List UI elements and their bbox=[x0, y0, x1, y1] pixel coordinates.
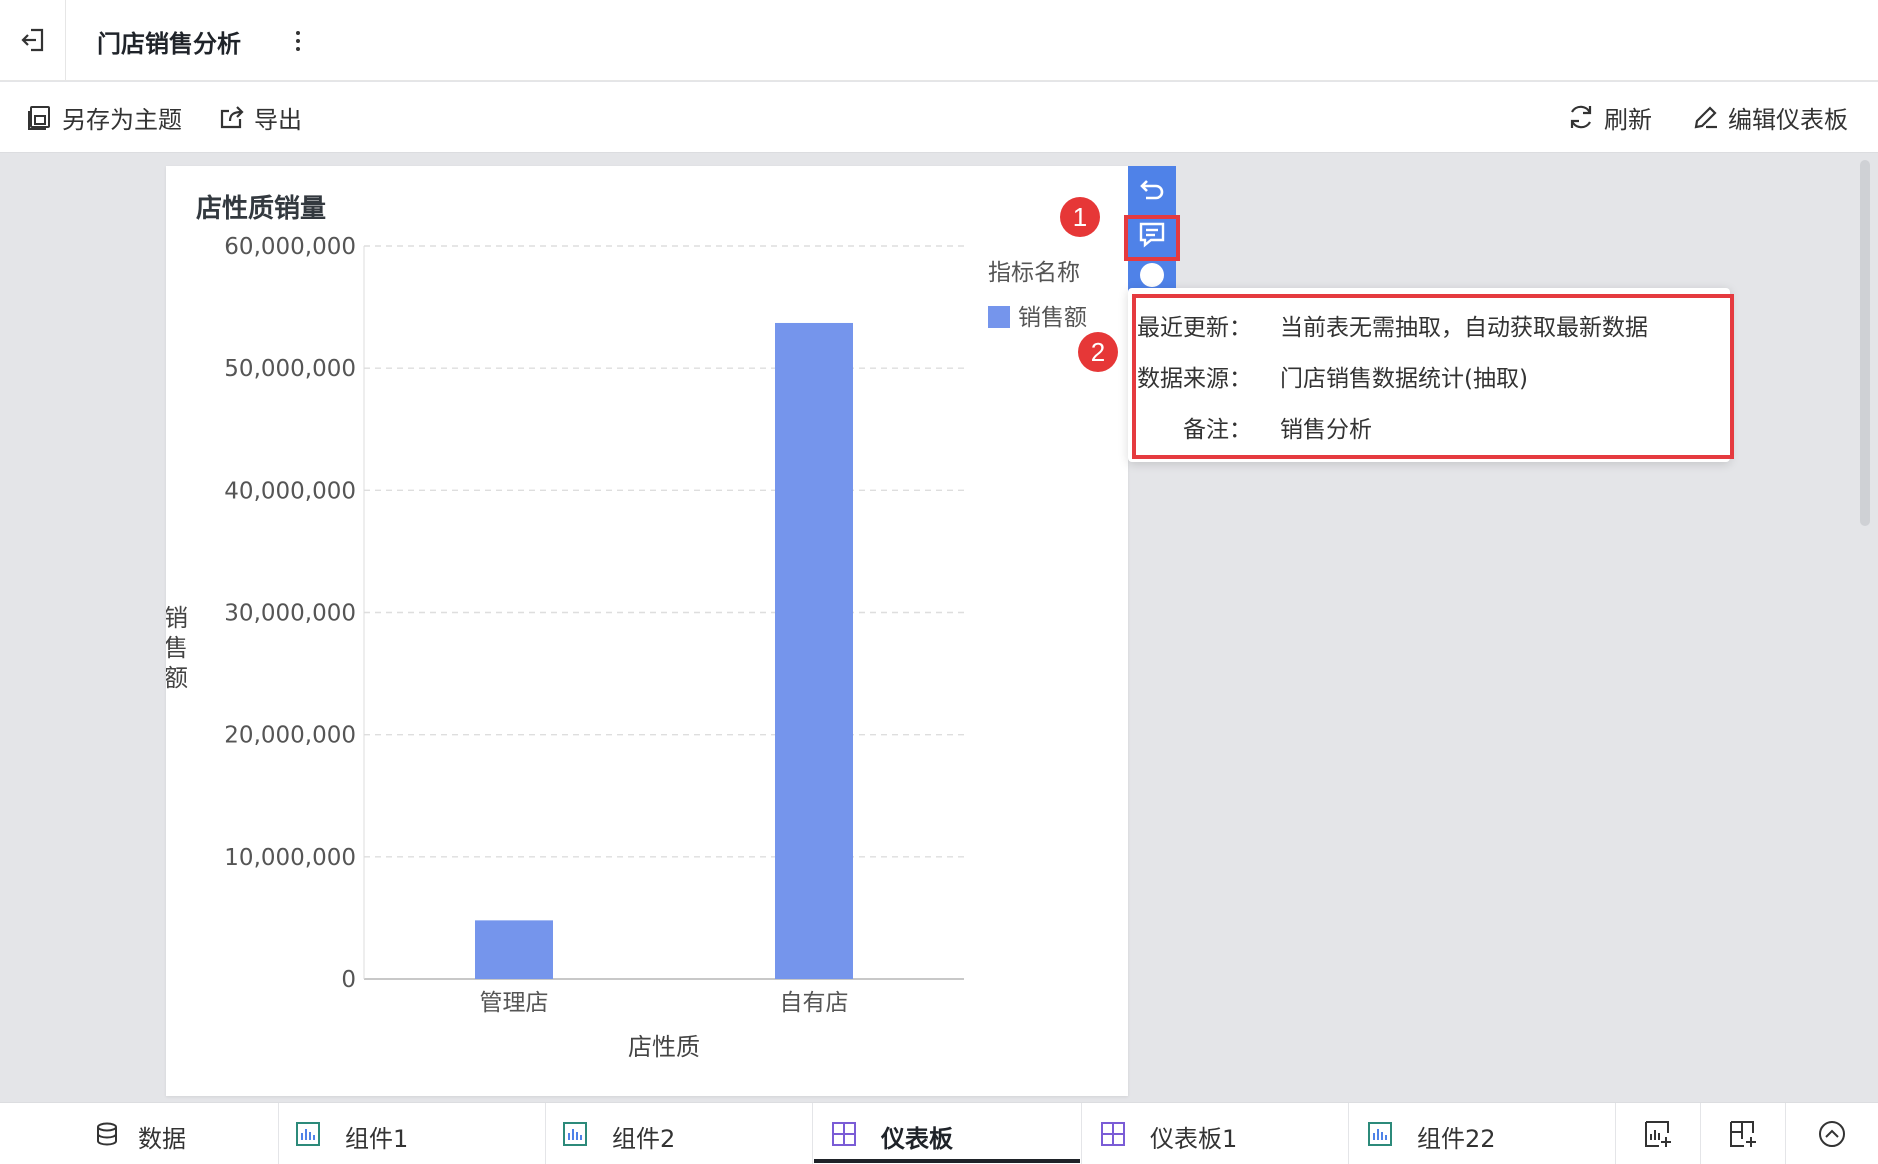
x-tick-label: 管理店 bbox=[480, 990, 549, 1016]
export-icon bbox=[220, 106, 244, 129]
tab-dashboard-1[interactable]: 仪表板1 bbox=[1082, 1103, 1348, 1164]
bar-chart-icon bbox=[296, 1122, 320, 1146]
add-dashboard-icon bbox=[1730, 1121, 1756, 1147]
popup-highlight-box bbox=[1132, 294, 1734, 459]
refresh-button[interactable]: 刷新 bbox=[1566, 99, 1652, 135]
legend-title: 指标名称 bbox=[988, 260, 1080, 286]
save-as-theme-button[interactable]: 另存为主题 bbox=[26, 99, 182, 135]
add-component-button[interactable] bbox=[1616, 1103, 1700, 1164]
legend-swatch bbox=[988, 306, 1010, 328]
export-label: 导出 bbox=[254, 105, 302, 134]
refresh-icon bbox=[1570, 105, 1592, 129]
vertical-scrollbar[interactable] bbox=[1858, 156, 1872, 1100]
active-tab-indicator bbox=[814, 1159, 1080, 1163]
database-icon bbox=[97, 1122, 117, 1146]
refresh-label: 刷新 bbox=[1604, 105, 1652, 134]
edit-dashboard-button[interactable]: 编辑仪表板 bbox=[1692, 99, 1848, 135]
x-axis-title: 店性质 bbox=[628, 1033, 700, 1061]
undo-icon bbox=[1140, 180, 1164, 200]
export-button[interactable]: 导出 bbox=[218, 99, 302, 135]
bar[interactable] bbox=[775, 322, 853, 980]
y-tick-label: 10,000,000 bbox=[224, 845, 356, 871]
y-tick-label: 0 bbox=[341, 967, 356, 993]
chevron-up-circle-icon bbox=[1819, 1121, 1845, 1147]
tab-label: 组件22 bbox=[1417, 1125, 1496, 1153]
tab-component-1[interactable]: 组件1 bbox=[279, 1103, 545, 1164]
scrollbar-thumb[interactable] bbox=[1860, 160, 1870, 526]
x-tick-label: 自有店 bbox=[780, 990, 849, 1016]
edit-dashboard-label: 编辑仪表板 bbox=[1728, 105, 1848, 134]
tab-label: 数据 bbox=[138, 1125, 186, 1153]
tab-label: 仪表板1 bbox=[1150, 1125, 1238, 1153]
exit-button[interactable] bbox=[0, 0, 66, 80]
dashboard-icon bbox=[832, 1122, 856, 1146]
collapse-tabs-button[interactable] bbox=[1786, 1103, 1878, 1164]
bottom-tab-bar: 数据 组件1 组件2 仪表板 仪表板1 组件22 bbox=[0, 1102, 1878, 1164]
page-title: 门店销售分析 bbox=[97, 30, 241, 58]
y-tick-label: 40,000,000 bbox=[224, 478, 356, 504]
tab-component-22[interactable]: 组件22 bbox=[1349, 1103, 1615, 1164]
comment-highlight-box bbox=[1124, 215, 1180, 261]
chart-card: 店性质销量 0 10,000,000 20,000,000 30,000,000 40,… bbox=[166, 166, 1128, 1096]
exit-icon bbox=[20, 28, 43, 52]
tab-label: 组件2 bbox=[612, 1125, 676, 1153]
tab-label: 组件1 bbox=[345, 1125, 409, 1153]
bar[interactable] bbox=[475, 920, 553, 979]
y-tick-label: 20,000,000 bbox=[224, 723, 356, 749]
tab-label: 仪表板 bbox=[881, 1125, 953, 1153]
bar-chart-icon bbox=[1368, 1122, 1392, 1146]
y-tick-label: 60,000,000 bbox=[224, 234, 356, 260]
save-as-theme-label: 另存为主题 bbox=[62, 105, 182, 134]
undo-button[interactable] bbox=[1128, 166, 1176, 212]
tab-component-2[interactable]: 组件2 bbox=[546, 1103, 812, 1164]
toolbar: 另存为主题 导出 刷新 编辑仪表板 bbox=[0, 82, 1878, 153]
tab-data[interactable]: 数据 bbox=[0, 1103, 278, 1164]
circle-icon bbox=[1140, 263, 1164, 287]
step-badge-1: 1 bbox=[1060, 197, 1100, 237]
edit-pen-icon bbox=[1694, 106, 1717, 129]
title-bar: 门店销售分析 bbox=[0, 0, 1878, 81]
more-dot-icon bbox=[296, 47, 300, 51]
y-axis-title: 销售额 bbox=[166, 604, 188, 692]
dashboard-icon bbox=[1101, 1122, 1125, 1146]
more-dot-icon bbox=[296, 39, 300, 43]
add-chart-icon bbox=[1645, 1121, 1671, 1147]
tab-dashboard[interactable]: 仪表板 bbox=[813, 1103, 1081, 1164]
bar-chart: 0 10,000,000 20,000,000 30,000,000 40,000,00… bbox=[166, 234, 1087, 1061]
save-theme-icon bbox=[28, 106, 50, 130]
more-menu-button[interactable] bbox=[288, 26, 308, 56]
more-dot-icon bbox=[296, 31, 300, 35]
bar-chart-icon bbox=[563, 1122, 587, 1146]
y-tick-label: 30,000,000 bbox=[224, 601, 356, 627]
add-dashboard-button[interactable] bbox=[1701, 1103, 1785, 1164]
y-tick-label: 50,000,000 bbox=[224, 356, 356, 382]
